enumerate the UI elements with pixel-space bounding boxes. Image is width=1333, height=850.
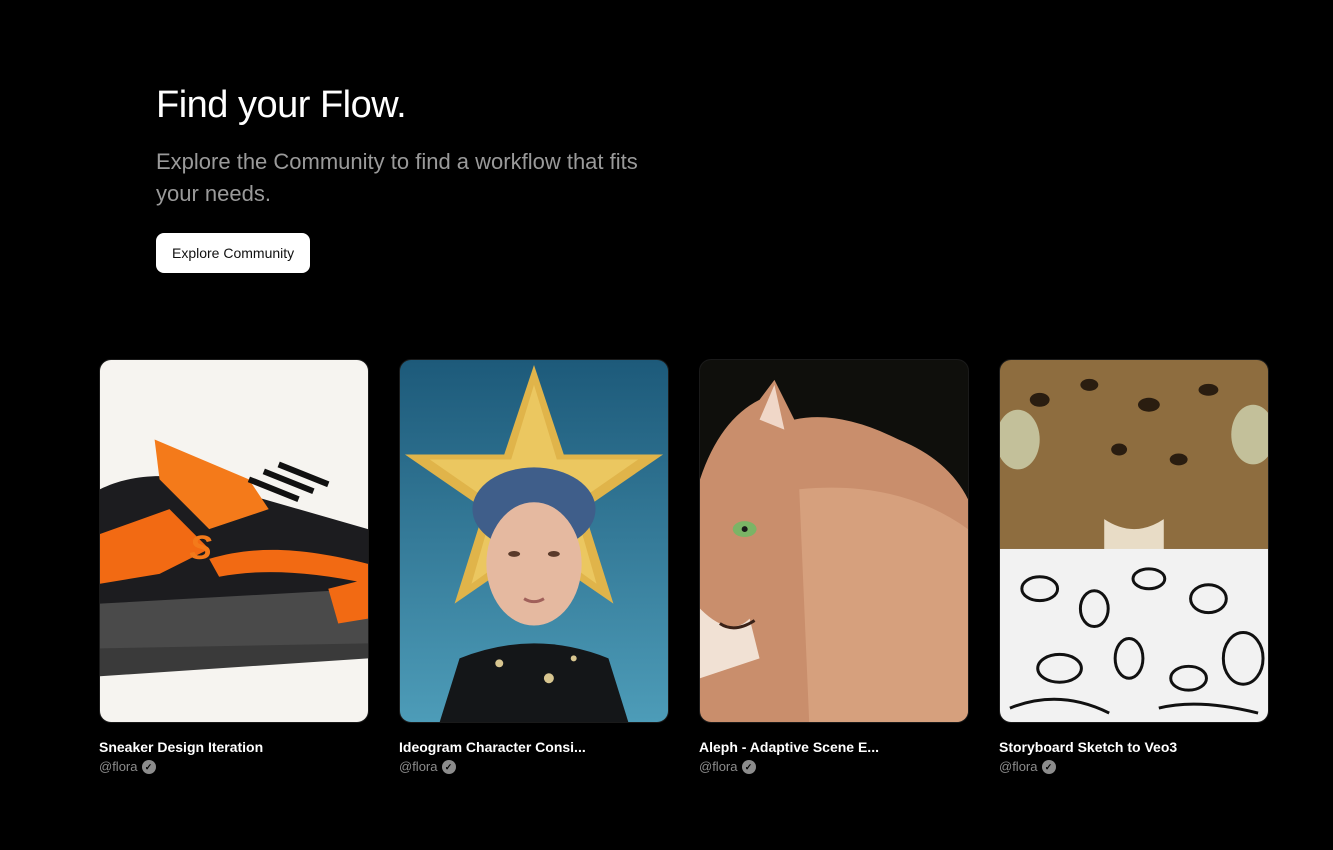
verified-check-icon: ✓ [441,760,456,774]
card-thumbnail[interactable]: S [99,359,369,723]
workflow-card[interactable]: Ideogram Character Consi... @flora ✓ [399,359,669,775]
verified-check-icon: ✓ [1041,760,1056,774]
portrait-image [400,360,668,722]
hero-section: Find your Flow. Explore the Community to… [156,84,716,273]
card-title[interactable]: Ideogram Character Consi... [399,739,669,755]
card-thumbnail[interactable] [999,359,1269,723]
hero-subtitle: Explore the Community to find a workflow… [156,149,638,206]
card-title[interactable]: Sneaker Design Iteration [99,739,369,755]
card-author[interactable]: @flora ✓ [399,759,669,775]
card-author[interactable]: @flora ✓ [99,759,369,775]
card-author[interactable]: @flora ✓ [699,759,969,775]
card-thumbnail[interactable] [699,359,969,723]
card-thumbnail[interactable] [399,359,669,723]
verified-check-icon: ✓ [741,760,756,774]
card-title[interactable]: Storyboard Sketch to Veo3 [999,739,1269,755]
storyboard-image [1000,360,1268,722]
sneaker-image: S [100,360,368,722]
card-author-name: @flora [699,759,738,774]
hero-title: Find your Flow. [156,84,407,126]
workflow-card[interactable]: Aleph - Adaptive Scene E... @flora ✓ [699,359,969,775]
verified-check-icon: ✓ [141,760,156,774]
card-title[interactable]: Aleph - Adaptive Scene E... [699,739,969,755]
page: Find your Flow. Explore the Community to… [0,0,1333,850]
card-author-name: @flora [399,759,438,774]
workflow-card[interactable]: S Sneaker Design Iteration @flora ✓ [99,359,369,775]
card-author-name: @flora [999,759,1038,774]
explore-community-button[interactable]: Explore Community [156,233,311,273]
workflow-card[interactable]: Storyboard Sketch to Veo3 @flora ✓ [999,359,1269,775]
svg-text:S: S [189,529,212,567]
card-author-name: @flora [99,759,138,774]
cougar-image [700,360,968,722]
card-author[interactable]: @flora ✓ [999,759,1269,775]
